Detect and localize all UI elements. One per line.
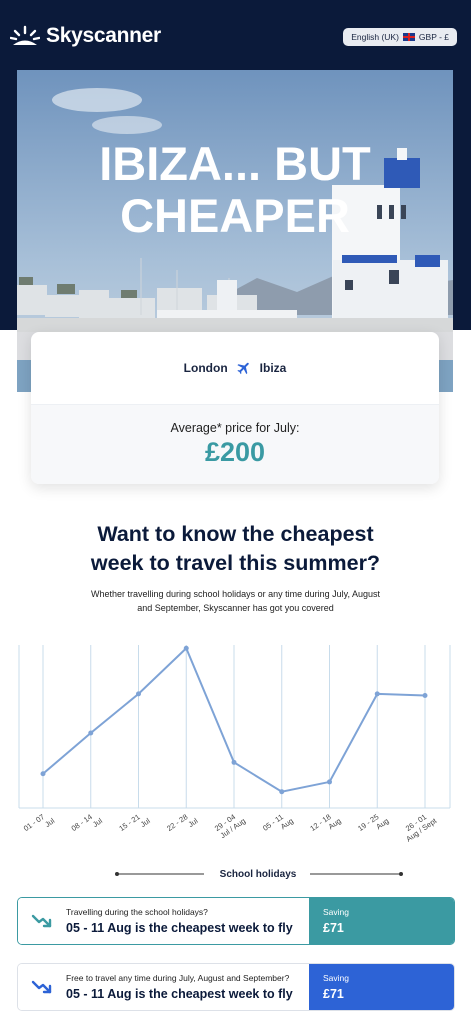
- card-title: 05 - 11 Aug is the cheapest week to fly: [66, 987, 293, 1001]
- anytime-card-content: Free to travel any time during July, Aug…: [18, 964, 309, 1010]
- x-tick-label: 12 - 18Aug: [308, 809, 342, 841]
- chart-x-labels: 01 - 07Jul 08 - 14Jul 15 - 21Jul 22 - 28Jul…: [22, 808, 439, 843]
- card-subtitle: Travelling during the school holidays?: [66, 907, 208, 917]
- data-point: [374, 691, 380, 697]
- saving-panel: Saving £71: [309, 964, 454, 1010]
- trend-down-icon: [18, 979, 66, 995]
- school-holidays-label: School holidays: [220, 869, 297, 880]
- saving-panel: Saving £71: [309, 898, 454, 944]
- school-holiday-card-content: Travelling during the school holidays? 0…: [18, 898, 309, 944]
- data-point: [183, 645, 189, 651]
- x-tick-label: 01 - 07Jul: [22, 809, 57, 841]
- sunrise-icon: [10, 25, 40, 45]
- destination-city: Ibiza: [259, 361, 287, 375]
- data-point: [136, 691, 141, 697]
- route-price-card: London Ibiza Average* price for July: £2…: [31, 332, 439, 484]
- x-tick-label: 22 - 28Jul: [165, 809, 200, 841]
- card-subtitle: Free to travel any time during July, Aug…: [66, 973, 290, 983]
- school-holidays-annotation: School holidays: [115, 869, 403, 880]
- x-tick-label: 15 - 21Jul: [117, 809, 152, 841]
- subheadline-line1: Whether travelling during school holiday…: [91, 589, 380, 599]
- anytime-card[interactable]: Free to travel any time during July, Aug…: [17, 963, 455, 1011]
- plane-icon: [237, 362, 249, 375]
- school-holiday-card[interactable]: Travelling during the school holidays? 0…: [17, 897, 455, 945]
- saving-value: £71: [323, 921, 344, 935]
- price-area: Average* price for July: £200: [31, 405, 439, 484]
- brand-name: Skyscanner: [46, 24, 161, 47]
- data-point: [327, 779, 332, 785]
- saving-label: Saving: [323, 973, 349, 983]
- data-point: [422, 693, 428, 699]
- saving-value: £71: [323, 987, 344, 1001]
- uk-flag-icon: [402, 33, 415, 41]
- data-point: [88, 730, 94, 736]
- data-point: [279, 789, 285, 795]
- x-tick-label: 08 - 14Jul: [70, 809, 105, 841]
- trend-down-icon: [18, 913, 66, 929]
- average-price-label: Average* price for July:: [170, 421, 300, 435]
- headline: Want to know the cheapest week to travel…: [0, 520, 471, 578]
- route-row: London Ibiza: [31, 332, 439, 405]
- card-title: 05 - 11 Aug is the cheapest week to fly: [66, 921, 293, 935]
- data-point: [231, 759, 237, 765]
- skyscanner-logo[interactable]: Skyscanner: [10, 24, 161, 48]
- locale-selector[interactable]: English (UK) GBP - £: [343, 28, 457, 46]
- headline-line2: week to travel this summer?: [90, 551, 381, 575]
- hero-title-line2: CHEAPER: [120, 189, 350, 242]
- saving-label: Saving: [323, 907, 349, 917]
- headline-line1: Want to know the cheapest: [97, 522, 374, 546]
- x-tick-label: 26 - 01Aug / Sept: [399, 808, 439, 843]
- chart-grid: [18, 645, 451, 809]
- origin-city: London: [183, 361, 228, 375]
- x-tick-label: 19 - 25Aug: [356, 809, 390, 841]
- data-point: [40, 771, 46, 777]
- hero-title-line1: IBIZA... BUT: [99, 137, 371, 190]
- x-tick-label: 29 - 04Jul / Aug: [213, 809, 247, 841]
- subheadline-line2: and September, Skyscanner has got you co…: [137, 603, 334, 613]
- subheadline: Whether travelling during school holiday…: [60, 587, 411, 615]
- language-label: English (UK): [351, 32, 399, 42]
- currency-label: GBP - £: [418, 32, 449, 42]
- price-chart: 01 - 07Jul 08 - 14Jul 15 - 21Jul 22 - 28Jul…: [18, 645, 451, 880]
- average-price-value: £200: [204, 437, 266, 467]
- x-tick-label: 05 - 11Aug: [261, 809, 295, 840]
